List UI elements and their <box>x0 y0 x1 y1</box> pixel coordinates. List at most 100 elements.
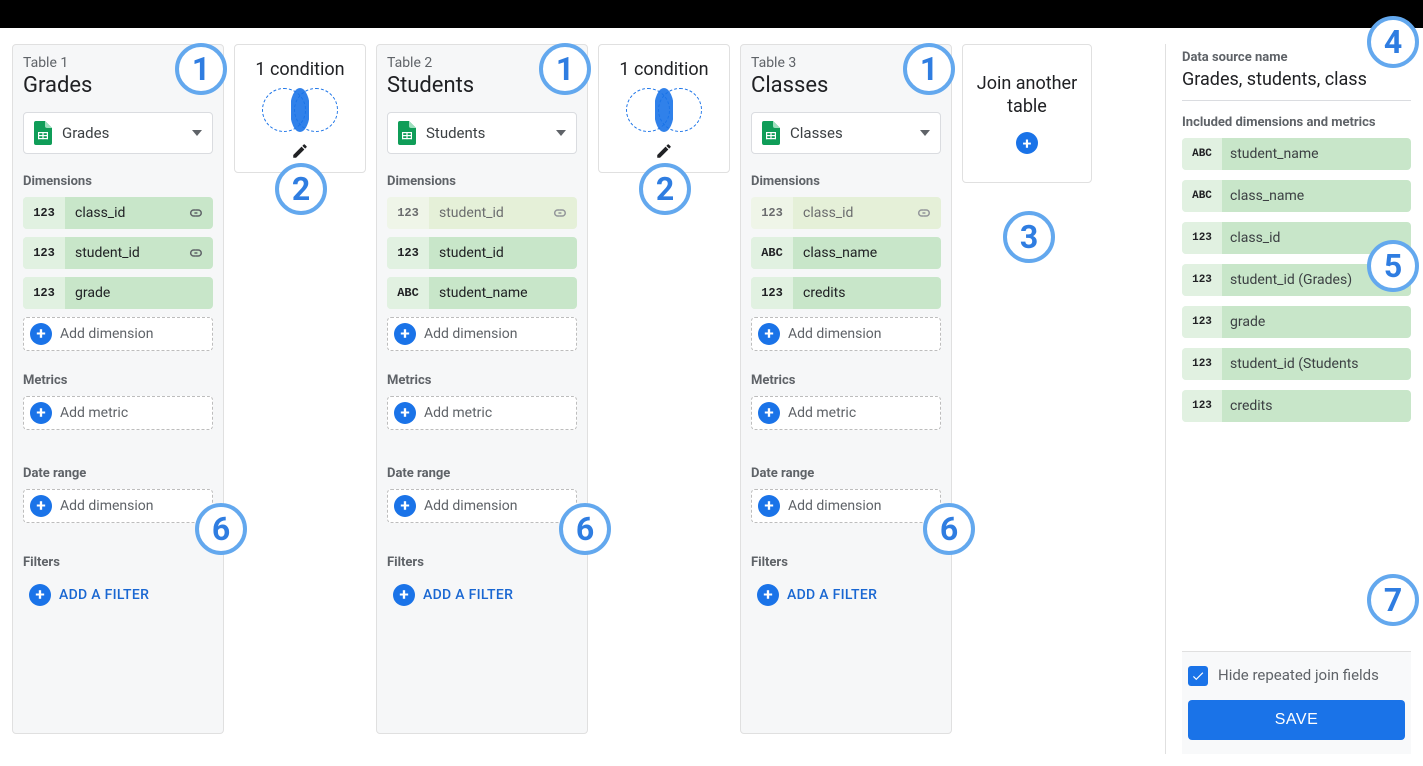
field-name: student_id <box>429 205 551 221</box>
filters-label: Filters <box>751 555 941 570</box>
add-daterange-button[interactable]: + Add dimension <box>751 489 941 523</box>
plus-icon: + <box>30 323 52 345</box>
field-type-badge: 123 <box>751 197 793 229</box>
field-type-badge: 123 <box>387 237 429 269</box>
ds-name-input[interactable]: Grades, students, class <box>1182 65 1411 101</box>
field-name: class_id <box>1222 230 1280 246</box>
field-type-badge: 123 <box>23 277 65 309</box>
included-field-chip[interactable]: ABCclass_name <box>1182 180 1411 212</box>
table-number-label: Table 2 <box>387 55 577 71</box>
field-name: student_name <box>429 285 577 301</box>
plus-icon: + <box>30 402 52 424</box>
table-number-label: Table 1 <box>23 55 213 71</box>
dimension-chip[interactable]: 123student_id <box>387 197 577 229</box>
field-name: grade <box>1222 314 1265 330</box>
add-filter-button[interactable]: + ADD A FILTER <box>23 578 213 612</box>
google-sheets-icon <box>762 121 780 145</box>
callout-7: 7 <box>1367 574 1419 626</box>
table-card-grades: 1 6 Table 1 Grades Grades Dimensions 123… <box>12 44 224 734</box>
field-type-badge: 123 <box>387 197 429 229</box>
checkbox-checked-icon[interactable] <box>1188 666 1208 686</box>
field-type-badge: 123 <box>23 197 65 229</box>
add-dimension-button[interactable]: + Add dimension <box>751 317 941 351</box>
included-field-chip[interactable]: 123credits <box>1182 390 1411 422</box>
field-type-badge: 123 <box>1182 222 1222 254</box>
save-button[interactable]: SAVE <box>1188 700 1405 740</box>
dimension-chip[interactable]: ABCclass_name <box>751 237 941 269</box>
source-select[interactable]: Students <box>387 112 577 154</box>
daterange-label: Date range <box>387 466 577 481</box>
dimensions-list: 123class_id123student_id123grade <box>23 197 213 309</box>
edit-join-icon[interactable] <box>655 142 673 160</box>
source-name: Students <box>426 124 546 142</box>
add-daterange-button[interactable]: + Add dimension <box>387 489 577 523</box>
google-sheets-icon <box>34 121 52 145</box>
source-select[interactable]: Classes <box>751 112 941 154</box>
caret-down-icon <box>556 130 566 136</box>
top-black-bar <box>0 0 1423 28</box>
plus-icon: + <box>1016 132 1038 154</box>
daterange-label: Date range <box>23 466 213 481</box>
add-dimension-button[interactable]: + Add dimension <box>23 317 213 351</box>
included-field-chip[interactable]: ABCstudent_name <box>1182 138 1411 170</box>
source-select[interactable]: Grades <box>23 112 213 154</box>
field-name: grade <box>65 285 213 301</box>
dimensions-label: Dimensions <box>387 174 577 189</box>
add-dimension-button[interactable]: + Add dimension <box>387 317 577 351</box>
ds-name-label: Data source name <box>1182 50 1411 65</box>
field-type-badge: 123 <box>1182 306 1222 338</box>
included-field-chip[interactable]: 123student_id (Grades) <box>1182 264 1411 296</box>
join-card-2[interactable]: 1 condition 2 <box>598 44 730 173</box>
plus-icon: + <box>757 584 779 606</box>
caret-down-icon <box>920 130 930 136</box>
add-metric-label: Add metric <box>424 405 492 421</box>
add-filter-button[interactable]: + ADD A FILTER <box>387 578 577 612</box>
plus-icon: + <box>394 402 416 424</box>
add-dimension-label: Add dimension <box>60 326 153 342</box>
dimension-chip[interactable]: ABCstudent_name <box>387 277 577 309</box>
metrics-label: Metrics <box>751 373 941 388</box>
join-link-icon <box>187 204 205 222</box>
table-name: Classes <box>751 73 941 98</box>
plus-icon: + <box>758 402 780 424</box>
join-another-card[interactable]: Join another table + 3 <box>962 44 1092 183</box>
add-metric-label: Add metric <box>788 405 856 421</box>
venn-inner-join-icon <box>260 84 340 136</box>
hide-repeated-checkbox-row[interactable]: Hide repeated join fields <box>1188 666 1405 686</box>
included-field-chip[interactable]: 123class_id <box>1182 222 1411 254</box>
plus-icon: + <box>394 495 416 517</box>
field-name: class_name <box>1222 188 1304 204</box>
field-name: credits <box>1222 398 1272 414</box>
dimension-chip[interactable]: 123class_id <box>23 197 213 229</box>
edit-join-icon[interactable] <box>291 142 309 160</box>
metrics-label: Metrics <box>23 373 213 388</box>
dimension-chip[interactable]: 123credits <box>751 277 941 309</box>
dimension-chip[interactable]: 123grade <box>23 277 213 309</box>
venn-inner-join-icon <box>624 84 704 136</box>
field-name: student_id (Grades) <box>1222 272 1352 288</box>
table-number-label: Table 3 <box>751 55 941 71</box>
add-metric-button[interactable]: + Add metric <box>23 396 213 430</box>
join-card-1[interactable]: 1 condition 2 <box>234 44 366 173</box>
dimension-chip[interactable]: 123class_id <box>751 197 941 229</box>
bottom-actions: Hide repeated join fields SAVE <box>1182 651 1411 754</box>
filters-label: Filters <box>387 555 577 570</box>
join-another-title: Join another table <box>973 73 1081 118</box>
callout-3: 3 <box>1003 211 1055 263</box>
included-field-chip[interactable]: 123grade <box>1182 306 1411 338</box>
daterange-label: Date range <box>751 466 941 481</box>
source-name: Grades <box>62 124 182 142</box>
join-condition-label: 1 condition <box>243 59 357 80</box>
dimensions-label: Dimensions <box>751 174 941 189</box>
field-name: class_id <box>65 205 187 221</box>
caret-down-icon <box>192 130 202 136</box>
add-daterange-button[interactable]: + Add dimension <box>23 489 213 523</box>
field-type-badge: 123 <box>1182 348 1222 380</box>
dimension-chip[interactable]: 123student_id <box>387 237 577 269</box>
add-metric-button[interactable]: + Add metric <box>387 396 577 430</box>
add-metric-button[interactable]: + Add metric <box>751 396 941 430</box>
dimension-chip[interactable]: 123student_id <box>23 237 213 269</box>
add-filter-button[interactable]: + ADD A FILTER <box>751 578 941 612</box>
field-type-badge: ABC <box>1182 138 1222 170</box>
included-field-chip[interactable]: 123student_id (Students <box>1182 348 1411 380</box>
